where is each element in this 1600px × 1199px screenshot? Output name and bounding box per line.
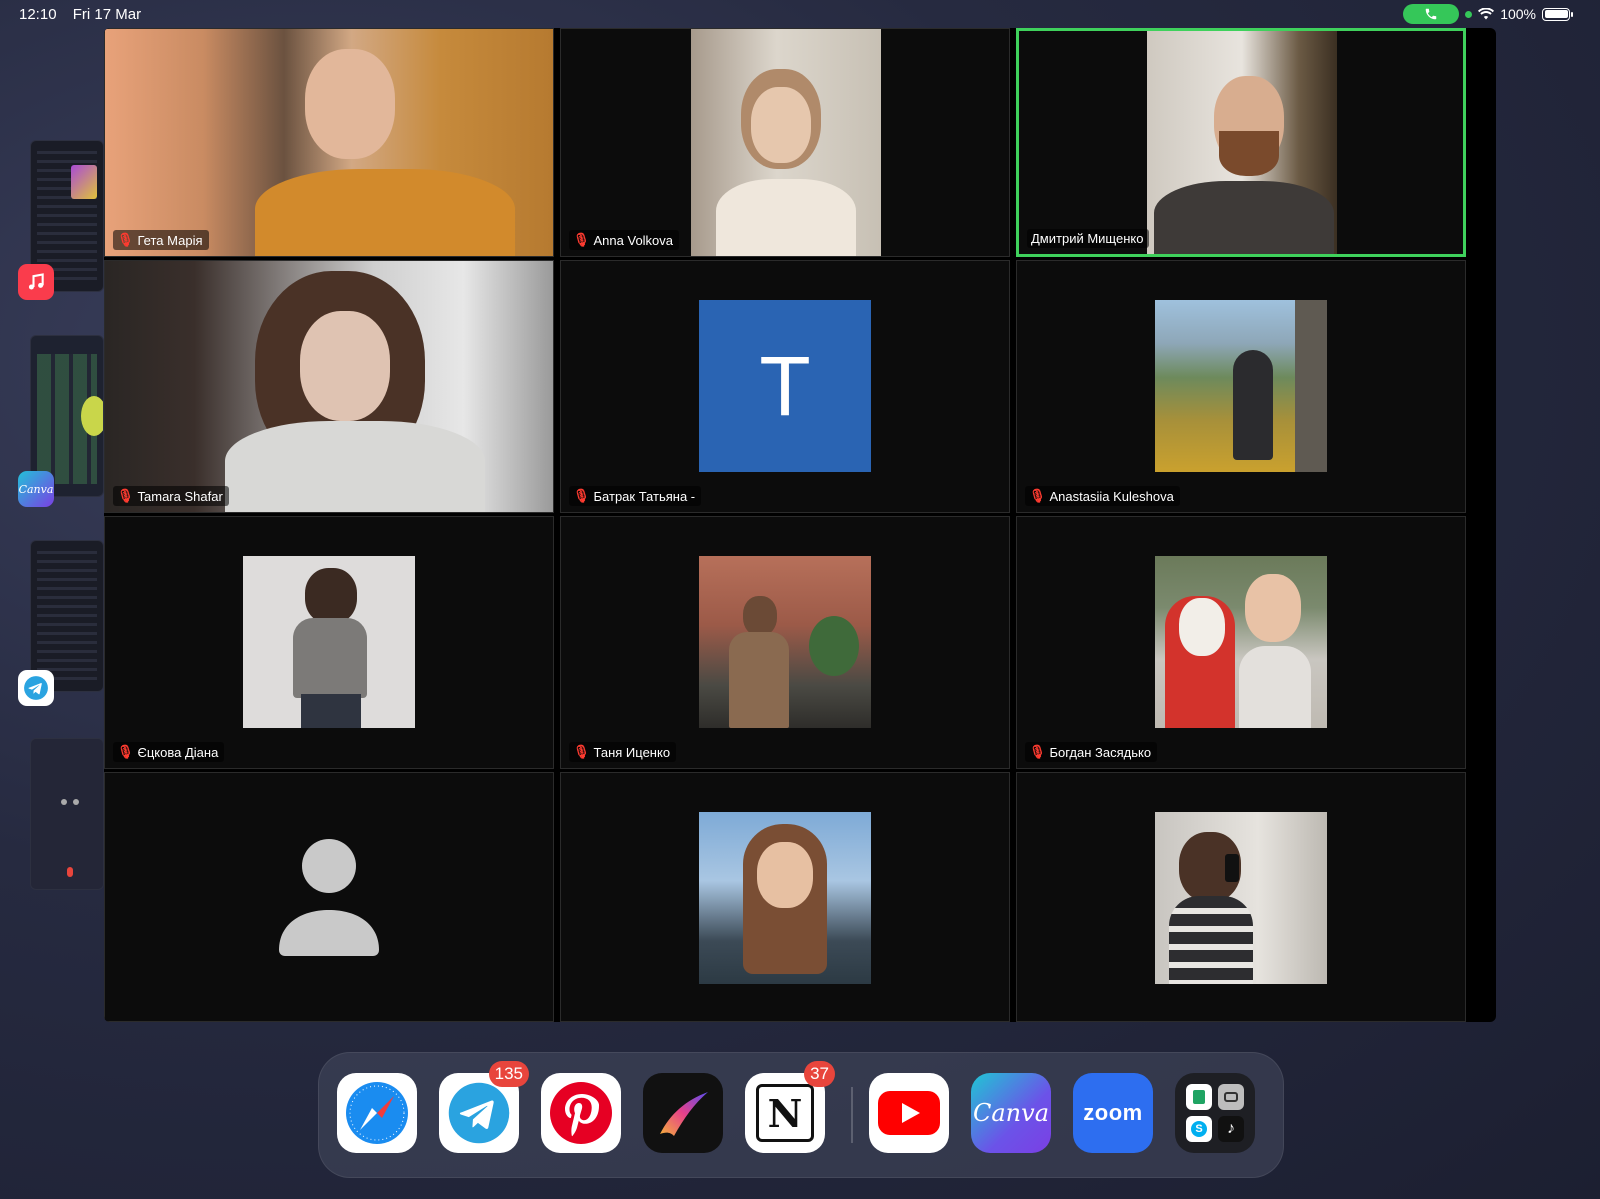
participant-tile[interactable] [104, 772, 554, 1022]
participant-name: Гета Марія [137, 232, 203, 248]
participant-name-label: 🎙︎ Tamara Shafar [113, 486, 229, 506]
mic-muted-icon: 🎙︎ [117, 232, 134, 247]
dock-app-folder[interactable]: S ♪ [1175, 1073, 1255, 1153]
zoom-gallery-view: 🎙︎ Гета Марія 🎙︎ Anna Volkova Дмитрий Ми… [104, 28, 1496, 1022]
participant-profile-photo [243, 556, 415, 728]
participant-tile[interactable]: 🎙︎ Tamara Shafar [104, 260, 554, 513]
participant-profile-photo [1155, 812, 1327, 984]
participant-tile[interactable]: 🎙︎ Anastasiia Kuleshova [1016, 260, 1466, 513]
participant-tile-active-speaker[interactable]: Дмитрий Мищенко [1016, 28, 1466, 257]
participant-name-label: 🎙︎ Єцкова Діана [113, 742, 225, 762]
mic-muted-icon: 🎙︎ [1029, 488, 1046, 503]
canva-side-label: Canva [18, 482, 54, 496]
status-indicators: 100% [1403, 4, 1573, 24]
participant-name-label: Дмитрий Мищенко [1027, 229, 1150, 248]
status-time: 12:10 [19, 6, 57, 23]
zoom-icon: zoom [1083, 1100, 1143, 1125]
notion-icon: N [756, 1084, 814, 1142]
telegram-icon[interactable] [18, 670, 54, 706]
participant-tile[interactable]: 🎙︎ Гета Марія [104, 28, 554, 257]
participant-name-label: 🎙︎ Anastasiia Kuleshova [1025, 486, 1180, 506]
dock-app-canva[interactable]: Canva [971, 1073, 1051, 1153]
slide-over-app-stack[interactable]: Canva [0, 130, 105, 910]
participant-name: Anastasiia Kuleshova [1049, 488, 1174, 504]
participant-profile-photo [1155, 556, 1327, 728]
dock-app-pinterest[interactable] [541, 1073, 621, 1153]
dock-app-telegram[interactable]: 135 [439, 1061, 529, 1153]
mic-muted-icon: 🎙︎ [573, 744, 590, 759]
participant-name-label: 🎙︎ Батрак Татьяна - [569, 486, 702, 506]
canva-icon[interactable]: Canva [18, 471, 54, 507]
participant-name: Anna Volkova [593, 232, 674, 248]
battery-icon [1542, 7, 1573, 21]
youtube-icon [878, 1091, 940, 1135]
safari-icon [346, 1082, 408, 1144]
participant-tile[interactable]: 🎙︎ Anna Volkova [560, 28, 1010, 257]
participant-name-label: 🎙︎ Гета Марія [113, 230, 209, 250]
skype-icon: S [1186, 1116, 1212, 1142]
participant-name-label: 🎙︎ Богдан Засядько [1025, 742, 1158, 762]
notification-badge: 135 [488, 1061, 529, 1087]
participant-name: Батрак Татьяна - [593, 488, 696, 504]
mic-muted-icon: 🎙︎ [1029, 744, 1046, 759]
participant-name-label: 🎙︎ Anna Volkova [569, 230, 680, 250]
mic-muted-icon: 🎙︎ [117, 744, 134, 759]
participant-tile[interactable]: 🎙︎ Таня Иценко [560, 516, 1010, 769]
participant-tile[interactable]: T 🎙︎ Батрак Татьяна - [560, 260, 1010, 513]
participant-name: Дмитрий Мищенко [1031, 231, 1144, 246]
notification-badge: 37 [804, 1061, 835, 1087]
active-call-pill[interactable] [1403, 4, 1460, 24]
dock-app-zoom[interactable]: zoom [1073, 1073, 1153, 1153]
participant-tile[interactable] [1016, 772, 1466, 1022]
participant-profile-photo [1155, 300, 1327, 472]
status-bar: 12:10 Fri 17 Mar 100% [0, 0, 1600, 28]
participant-tile[interactable]: 🎙︎ Богдан Засядько [1016, 516, 1466, 769]
status-time-date: 12:10 Fri 17 Mar [19, 6, 153, 23]
participant-name-label: 🎙︎ Таня Иценко [569, 742, 677, 762]
default-user-icon [279, 839, 379, 956]
participant-profile-photo [699, 556, 871, 728]
mic-muted-icon: 🎙︎ [573, 232, 590, 247]
participant-initial-avatar: T [699, 300, 871, 472]
participant-name: Богдан Засядько [1049, 744, 1152, 760]
sheets-icon [1186, 1084, 1212, 1110]
wifi-icon [1478, 8, 1495, 20]
participant-tile[interactable] [560, 772, 1010, 1022]
participant-name: Таня Иценко [593, 744, 671, 760]
participant-name: Tamara Shafar [137, 488, 223, 504]
tiktok-icon: ♪ [1218, 1116, 1244, 1142]
phone-icon [1425, 8, 1437, 20]
music-icon[interactable] [18, 264, 54, 300]
dock-app-procreate[interactable] [643, 1073, 723, 1153]
participant-tile[interactable]: 🎙︎ Єцкова Діана [104, 516, 554, 769]
dock-app-youtube[interactable] [869, 1073, 949, 1153]
camera-icon [1218, 1084, 1244, 1110]
participant-profile-photo [699, 812, 871, 984]
battery-percent: 100% [1500, 6, 1536, 22]
dock-app-notion[interactable]: N 37 [745, 1061, 835, 1153]
camera-in-use-dot [1465, 10, 1473, 18]
canva-icon: Canva [973, 1099, 1049, 1127]
app-folder-icon: S ♪ [1186, 1084, 1244, 1142]
participant-name: Єцкова Діана [137, 744, 219, 760]
dock-app-safari[interactable] [337, 1073, 417, 1153]
dock: 135 N 37 Canva zoom S ♪ [318, 1052, 1284, 1178]
mic-muted-icon: 🎙︎ [573, 488, 590, 503]
dock-separator [851, 1087, 853, 1143]
procreate-icon [660, 1092, 708, 1136]
notion-glyph: N [767, 1090, 803, 1136]
mic-muted-icon: 🎙︎ [117, 488, 134, 503]
slide-over-card-phone[interactable] [30, 738, 104, 890]
participant-initial: T [759, 338, 811, 433]
status-date: Fri 17 Mar [72, 6, 142, 23]
pinterest-icon [550, 1082, 612, 1144]
telegram-icon [448, 1082, 510, 1144]
